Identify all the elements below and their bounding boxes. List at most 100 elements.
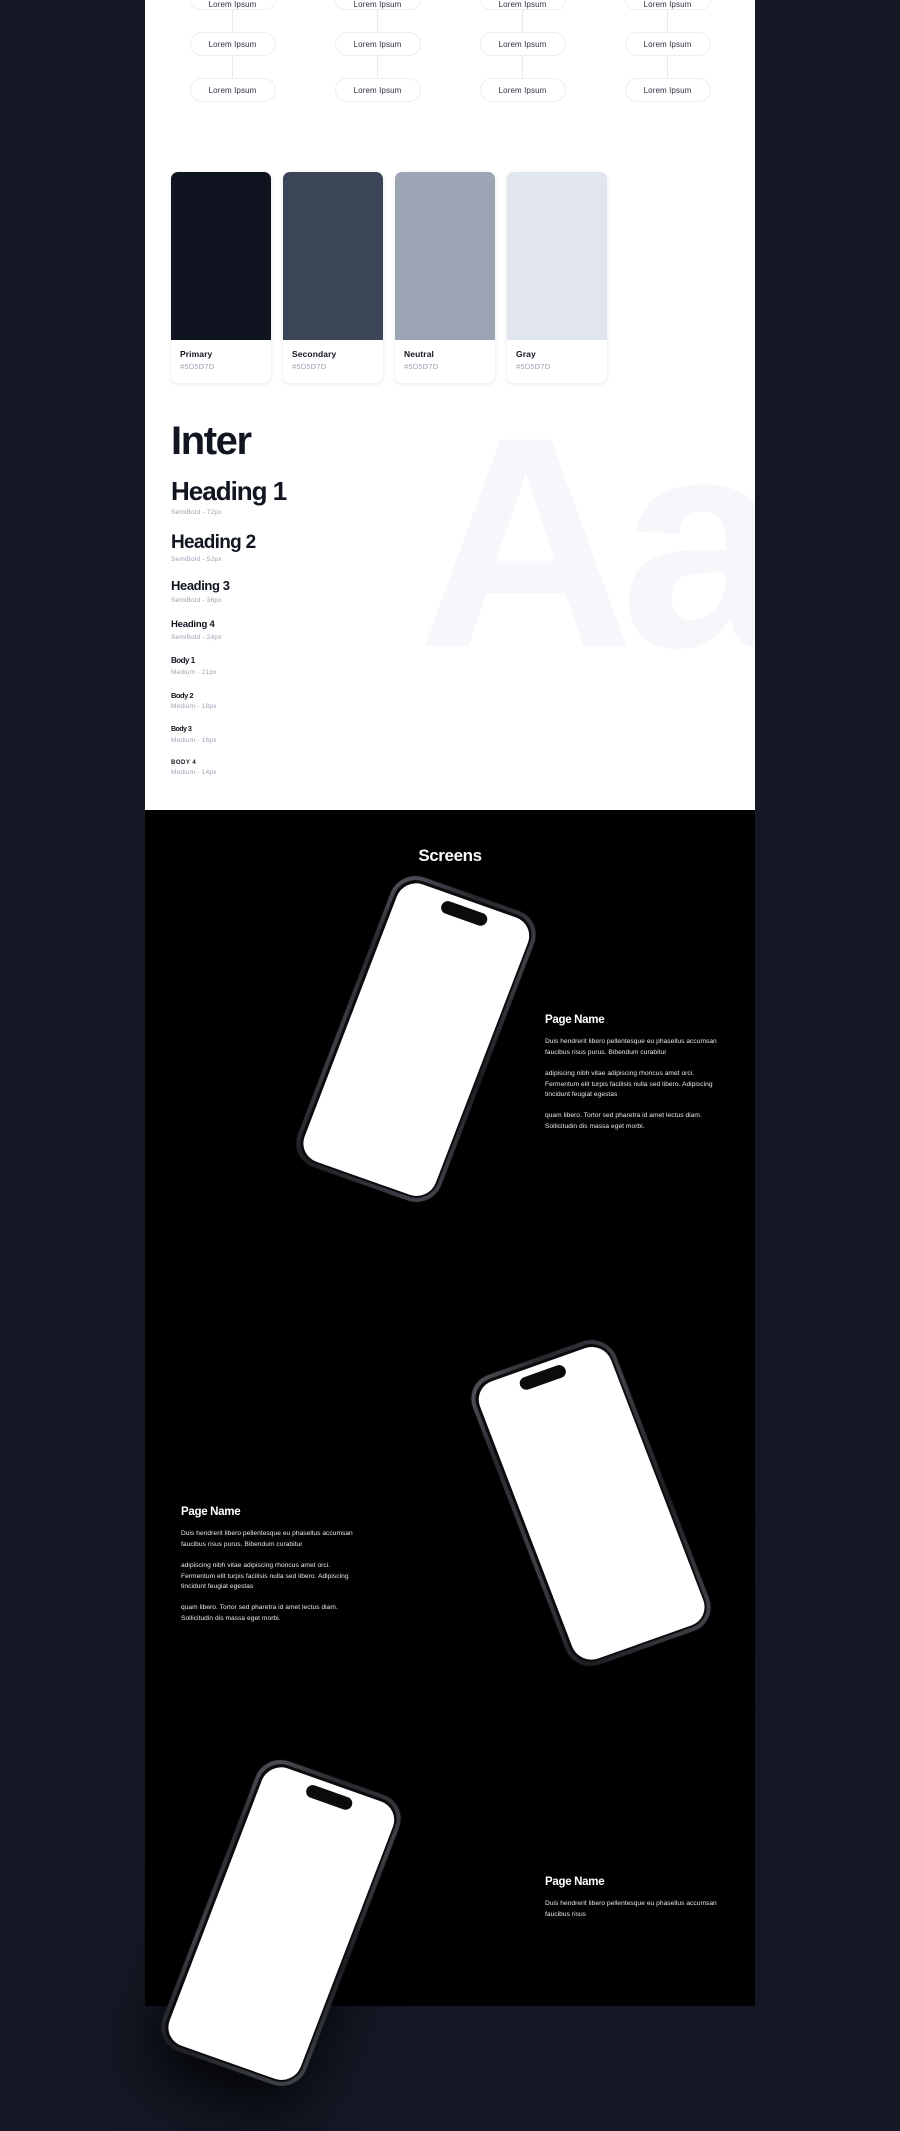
sitemap-column: Lorem Ipsum Lorem Ipsum Lorem Ipsum xyxy=(334,0,421,102)
screen-copy-title: Page Name xyxy=(545,1876,605,1889)
sitemap-connector xyxy=(232,10,233,32)
phone-notch-icon xyxy=(304,1783,355,1812)
sitemap-node[interactable]: Lorem Ipsum xyxy=(479,32,566,56)
screen-copy-paragraph: adipiscing nibh vitae adipiscing rhoncus… xyxy=(545,1070,713,1099)
phone-mockup[interactable] xyxy=(288,869,544,1210)
color-swatch-hex: #5D5D7D xyxy=(404,362,439,371)
phone-mockup[interactable] xyxy=(153,1753,409,2094)
screens-section: Screens Page Name Duis hendrerit libero … xyxy=(145,810,755,2094)
phone-mockup[interactable] xyxy=(463,1333,719,1674)
sitemap-node-label: Lorem Ipsum xyxy=(353,0,402,9)
phone-bezel xyxy=(468,1338,714,1669)
typography-sample: Heading 2 xyxy=(171,532,256,554)
sitemap-node-label: Lorem Ipsum xyxy=(498,0,547,9)
typography-sample: Heading 4 xyxy=(171,618,215,630)
design-system-page: Lorem Ipsum Lorem Ipsum Lorem Ipsum Lore… xyxy=(0,0,900,2131)
screens-title: Screens xyxy=(418,846,482,866)
typography-spec: SemiBold - 24px xyxy=(171,633,222,641)
color-chip xyxy=(283,172,383,340)
color-swatch-card[interactable]: Gray #5D5D7D xyxy=(507,172,607,383)
sitemap-column: Lorem Ipsum Lorem Ipsum Lorem Ipsum xyxy=(479,0,566,102)
color-palette-section: Primary #5D5D7D Secondary #5D5D7D Neutra… xyxy=(145,148,755,391)
typography-sample: Body 1 xyxy=(171,655,195,665)
sitemap-node[interactable]: Lorem Ipsum xyxy=(334,0,421,10)
sitemap-node[interactable]: Lorem Ipsum xyxy=(624,32,711,56)
screen-copy-paragraph: Duis hendrerit libero pellentesque eu ph… xyxy=(545,1900,717,1918)
screen-block: Page Name Duis hendrerit libero pellente… xyxy=(145,866,755,1306)
typography-spec: Medium - 16px xyxy=(171,736,217,744)
sitemap-section: Lorem Ipsum Lorem Ipsum Lorem Ipsum Lore… xyxy=(145,0,755,148)
sitemap-node-label: Lorem Ipsum xyxy=(353,85,402,95)
typography-scale-row: Heading 1 SemiBold - 72px xyxy=(171,476,729,517)
sitemap-node[interactable]: Lorem Ipsum xyxy=(334,32,421,56)
screen-copy-paragraph: Duis hendrerit libero pellentesque eu ph… xyxy=(545,1038,717,1056)
typography-sample: Heading 3 xyxy=(171,578,230,594)
color-swatch-hex: #5D5D7D xyxy=(180,362,215,371)
typography-scale-row: Body 1 Medium - 21px xyxy=(171,655,729,676)
phone-notch-icon xyxy=(517,1363,568,1392)
typography-sample: Body 2 xyxy=(171,690,194,700)
typography-spec: Medium - 14px xyxy=(171,769,217,777)
screen-copy: Page Name Duis hendrerit libero pellente… xyxy=(181,1506,356,1624)
typography-scale-row: Heading 3 SemiBold - 36px xyxy=(171,579,729,604)
typography-spec: Medium - 18px xyxy=(171,702,217,710)
sitemap-node-label: Lorem Ipsum xyxy=(643,0,692,9)
typography-scale-row: Heading 2 SemiBold - 52px xyxy=(171,532,729,563)
color-swatch-name: Primary xyxy=(180,349,213,359)
color-swatch-name: Neutral xyxy=(404,349,434,359)
sitemap-node[interactable]: Lorem Ipsum xyxy=(479,0,566,10)
sitemap-connector xyxy=(667,10,668,32)
sitemap-connector xyxy=(522,10,523,32)
color-chip xyxy=(171,172,271,340)
phone-bezel xyxy=(293,874,539,1205)
color-palette-row: Primary #5D5D7D Secondary #5D5D7D Neutra… xyxy=(171,172,729,383)
color-swatch-card[interactable]: Secondary #5D5D7D xyxy=(283,172,383,383)
typography-section: Aa Inter Heading 1 SemiBold - 72px Headi… xyxy=(145,391,755,811)
screen-copy-paragraph: quam libero. Tortor sed pharetra id amet… xyxy=(181,1604,338,1622)
color-swatch-hex: #5D5D7D xyxy=(516,362,551,371)
phone-screen[interactable] xyxy=(162,1761,400,2086)
sitemap-node[interactable]: Lorem Ipsum xyxy=(189,78,276,102)
sitemap-node-label: Lorem Ipsum xyxy=(643,85,692,95)
screen-copy-title: Page Name xyxy=(545,1014,605,1027)
screen-copy-paragraph: Duis hendrerit libero pellentesque eu ph… xyxy=(181,1530,353,1548)
color-chip xyxy=(507,172,607,340)
sitemap-node-label: Lorem Ipsum xyxy=(498,39,547,49)
sitemap-connector xyxy=(377,56,378,78)
color-swatch-card[interactable]: Neutral #5D5D7D xyxy=(395,172,495,383)
sitemap-node-label: Lorem Ipsum xyxy=(208,0,257,9)
color-swatch-meta: Neutral #5D5D7D xyxy=(395,340,495,383)
color-swatch-meta: Gray #5D5D7D xyxy=(507,340,607,383)
sitemap-node-label: Lorem Ipsum xyxy=(353,39,402,49)
phone-screen[interactable] xyxy=(472,1341,710,1666)
typography-inner: Inter Heading 1 SemiBold - 72px Heading … xyxy=(171,421,729,776)
sitemap-connector xyxy=(667,56,668,78)
sitemap-node[interactable]: Lorem Ipsum xyxy=(479,78,566,102)
color-swatch-card[interactable]: Primary #5D5D7D xyxy=(171,172,271,383)
sitemap-node[interactable]: Lorem Ipsum xyxy=(334,78,421,102)
font-family-title: Inter xyxy=(171,419,252,463)
sitemap-node[interactable]: Lorem Ipsum xyxy=(624,0,711,10)
typography-spec: SemiBold - 36px xyxy=(171,596,222,604)
sitemap-connector xyxy=(377,10,378,32)
screen-block: Page Name Duis hendrerit libero pellente… xyxy=(145,1306,755,1746)
sitemap-node[interactable]: Lorem Ipsum xyxy=(624,78,711,102)
color-swatch-name: Gray xyxy=(516,349,536,359)
typography-spec: SemiBold - 72px xyxy=(171,509,222,517)
sitemap-column: Lorem Ipsum Lorem Ipsum Lorem Ipsum xyxy=(624,0,711,102)
sitemap-node[interactable]: Lorem Ipsum xyxy=(189,0,276,10)
sitemap-grid: Lorem Ipsum Lorem Ipsum Lorem Ipsum Lore… xyxy=(145,0,755,102)
screen-block: Page Name Duis hendrerit libero pellente… xyxy=(145,1746,755,2094)
color-swatch-name: Secondary xyxy=(292,349,337,359)
sitemap-node[interactable]: Lorem Ipsum xyxy=(189,32,276,56)
color-chip xyxy=(395,172,495,340)
phone-screen[interactable] xyxy=(297,877,535,1202)
typography-scale-row: Body 4 Medium - 14px xyxy=(171,760,729,777)
content-sheet: Lorem Ipsum Lorem Ipsum Lorem Ipsum Lore… xyxy=(145,0,755,2094)
typography-sample: Body 3 xyxy=(171,725,192,733)
sitemap-node-label: Lorem Ipsum xyxy=(498,85,547,95)
typography-sample: Body 4 xyxy=(171,759,197,766)
sitemap-node-label: Lorem Ipsum xyxy=(643,39,692,49)
sitemap-node-label: Lorem Ipsum xyxy=(208,85,257,95)
typography-scale-row: Body 3 Medium - 16px xyxy=(171,726,729,744)
